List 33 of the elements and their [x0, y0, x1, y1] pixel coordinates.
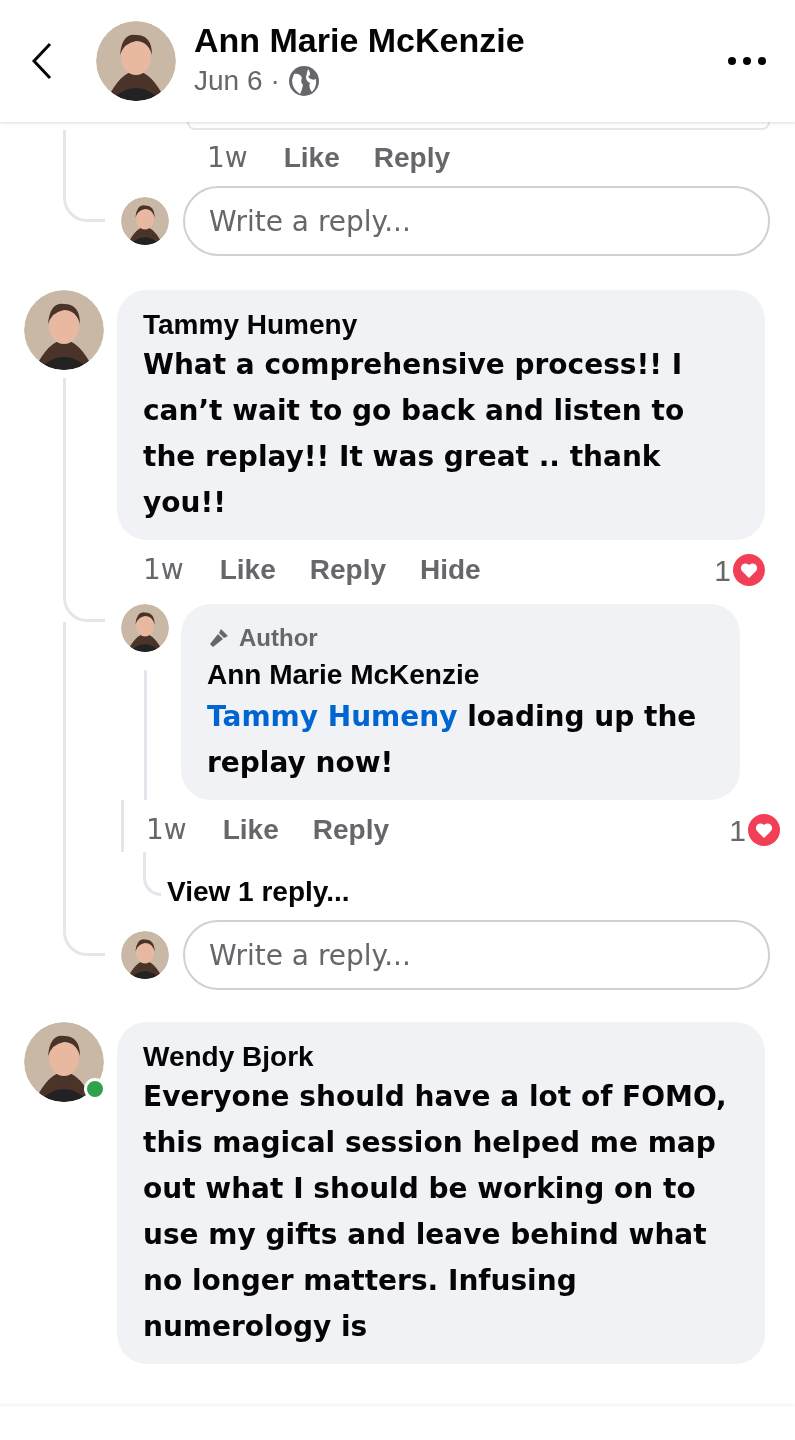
comment-text: Tammy Humeny loading up the replay now!: [207, 699, 698, 781]
microphone-icon: [207, 626, 231, 650]
comment-action[interactable]: Like: [222, 809, 279, 851]
comment-time: 1w: [143, 552, 184, 588]
comment-action[interactable]: Reply: [373, 137, 450, 179]
reaction-count: 1: [729, 812, 746, 849]
post-author[interactable]: Ann Marie McKenzie: [194, 20, 525, 60]
comment-action[interactable]: Reply: [309, 549, 386, 591]
comment-time: 1w: [207, 140, 248, 176]
comment-action[interactable]: Like: [219, 549, 276, 591]
comment-time: 1w: [146, 812, 187, 848]
comment-author[interactable]: Ann Marie McKenzie: [207, 656, 714, 694]
separator-dot: ·: [270, 64, 280, 98]
mention-link[interactable]: Tammy Humeny: [207, 700, 458, 733]
thread-line: [143, 852, 161, 896]
author-label: Author: [239, 623, 318, 653]
post-date: Jun 6: [194, 64, 263, 98]
reply-field[interactable]: Write a reply...: [183, 186, 770, 256]
comment-action[interactable]: Hide: [420, 549, 481, 591]
view-replies-link[interactable]: View 1 reply...: [167, 870, 350, 914]
more-icon[interactable]: [727, 56, 767, 66]
comment-author[interactable]: Wendy Bjork: [143, 1040, 739, 1074]
comment-action[interactable]: Like: [283, 137, 340, 179]
comment-text: What a comprehensive process!! I can’t wait to go back and listen to the replay!! It was great .. thank you!!: [143, 347, 686, 521]
back-icon[interactable]: [30, 41, 54, 81]
reply-field[interactable]: Write a reply...: [183, 920, 770, 990]
globe-icon: [287, 65, 320, 97]
comment-action[interactable]: Reply: [312, 809, 389, 851]
comment-text: Everyone should have a lot of FOMO, this magical session helped me map out what I should be working on to use my gifts and leave behind what no longer matters. Infusing numerology is: [143, 1079, 728, 1345]
comment-author[interactable]: Tammy Humeny: [143, 308, 739, 342]
heart-reaction-icon[interactable]: [733, 554, 765, 586]
heart-reaction-icon[interactable]: [748, 814, 780, 846]
reaction-count: 1: [714, 552, 731, 589]
